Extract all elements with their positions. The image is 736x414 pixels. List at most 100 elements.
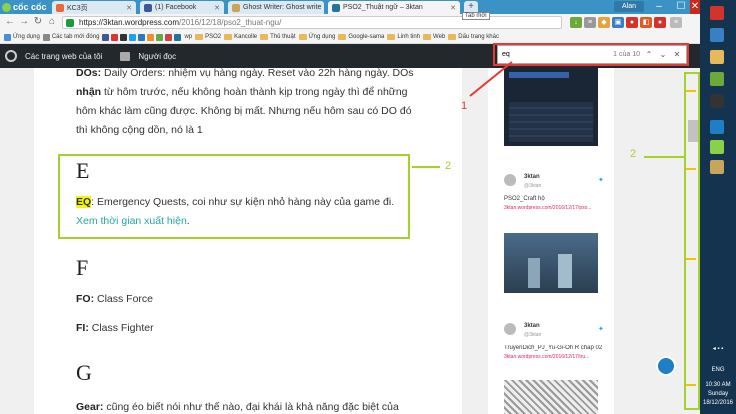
gear-line: Gear: cũng éo biết nói như thế nào, đại … xyxy=(76,398,416,414)
office-icon[interactable]: ◧ xyxy=(640,17,652,28)
close-tab-icon[interactable]: ✕ xyxy=(450,4,456,12)
site-icon[interactable] xyxy=(156,33,164,41)
minimize-button[interactable]: – xyxy=(648,0,670,14)
close-window-button[interactable]: ✕ xyxy=(690,0,700,14)
tab-pso2-thuat-ngu[interactable]: PSO2_Thuật ngữ – 3ktan ✕ xyxy=(328,1,460,14)
recent-tabs-icon xyxy=(42,33,50,41)
user-profile-button[interactable]: Alan xyxy=(614,1,644,12)
tweet-link[interactable]: 3ktan.wordpress.com/2016/12/17/tru... xyxy=(504,354,614,360)
github-icon[interactable] xyxy=(120,33,128,41)
extension-icon[interactable]: ≡ xyxy=(584,17,596,28)
extension-icon[interactable]: ◆ xyxy=(598,17,610,28)
fo-line: FO: Class Force xyxy=(76,290,153,309)
forward-arrow-icon[interactable]: → xyxy=(18,16,30,28)
extension-icon[interactable]: ▣ xyxy=(612,17,624,28)
avatar[interactable] xyxy=(504,174,516,186)
section-heading-g: G xyxy=(76,360,92,385)
close-tab-icon[interactable]: ✕ xyxy=(214,4,220,12)
fi-line: FI: Class Fighter xyxy=(76,319,154,338)
blogger-icon[interactable] xyxy=(147,33,155,41)
translate-globe-icon[interactable] xyxy=(656,356,676,376)
bookmark-folder-ung-dung[interactable]: Ứng dụng xyxy=(298,34,336,40)
folder-icon xyxy=(195,34,204,40)
sidebar-tweet-image[interactable] xyxy=(504,380,598,414)
eq-schedule-link[interactable]: Xem thời gian xuất hiện xyxy=(76,215,187,227)
paragraph-text: Class Fighter xyxy=(88,322,154,334)
search-match-marker xyxy=(686,90,696,92)
twitter-icon[interactable] xyxy=(129,33,137,41)
paragraph-text: Daily Orders: nhiệm vụ hàng ngày. Reset … xyxy=(101,68,414,79)
game-ui-bar xyxy=(509,72,569,78)
adblock-icon[interactable]: ● xyxy=(626,17,638,28)
term-fi: FI: xyxy=(76,322,89,334)
bookmark-recent-tabs[interactable]: Các tab mới đóng xyxy=(42,33,100,41)
annotation-label-2: 2 xyxy=(630,148,637,160)
avatar[interactable] xyxy=(504,323,516,335)
reload-icon[interactable]: ↻ xyxy=(32,16,44,28)
scene-figure xyxy=(528,258,540,288)
bookmark-folder-web[interactable]: Web xyxy=(423,34,445,40)
bookmark-folder-thu-thuat[interactable]: Thủ thuật xyxy=(260,34,296,40)
clock-time[interactable]: 10:30 AM xyxy=(700,382,736,388)
coccoc-logo[interactable]: cốc cốc xyxy=(2,1,48,13)
reader-link[interactable]: Người đọc xyxy=(138,52,176,61)
close-tab-icon[interactable]: ✕ xyxy=(126,4,132,12)
folder-icon xyxy=(338,34,347,40)
folder-icon xyxy=(260,34,269,40)
site-icon[interactable] xyxy=(165,33,173,41)
search-match-marker xyxy=(686,384,696,386)
section-heading-f: F xyxy=(76,255,89,280)
lock-icon xyxy=(66,19,74,27)
taskbar-app-icon[interactable] xyxy=(710,94,724,108)
taskbar-app-icon[interactable] xyxy=(710,28,724,42)
menu-icon[interactable]: ≡ xyxy=(670,17,682,28)
back-arrow-icon[interactable]: ← xyxy=(4,16,16,28)
tweet-author[interactable]: 3ktan xyxy=(524,323,540,329)
bookmark-folder-linh-tinh[interactable]: Linh tinh xyxy=(387,34,420,40)
bookmark-apps[interactable]: Ứng dụng xyxy=(4,33,40,41)
taskbar-app-icon[interactable] xyxy=(710,72,724,86)
tweet-author[interactable]: 3ktan xyxy=(524,174,540,180)
paragraph-text: từ hôm trước, nếu không hoàn thành kịp t… xyxy=(76,86,412,136)
taskbar-app-icon[interactable] xyxy=(710,120,724,134)
folder-icon xyxy=(387,34,396,40)
tweet-text: TruyenDich_PJ_Yu-Gi-Oh R chap 02 xyxy=(504,345,603,351)
tumblr-icon[interactable] xyxy=(138,33,146,41)
maximize-button[interactable]: ☐ xyxy=(670,0,692,14)
language-indicator[interactable]: ENG xyxy=(700,367,736,373)
folder-icon xyxy=(448,34,457,40)
sidebar-twitter-feed: 3ktan @3ktan ✦ PSO2_Craft hộ 3ktan.wordp… xyxy=(488,68,614,414)
paragraph-text: . xyxy=(186,215,190,227)
my-sites-link[interactable]: Các trang web của tôi xyxy=(25,52,102,61)
address-toolbar: ← → ↻ ⌂ https://3ktan.wordpress.com/2016… xyxy=(0,14,700,31)
extension-icon[interactable]: ● xyxy=(654,17,666,28)
sidebar-tweet-image[interactable] xyxy=(504,233,598,293)
bookmark-label: Ứng dụng xyxy=(308,34,336,40)
tweet-text: PSO2_Craft hộ xyxy=(504,196,545,202)
bookmark-folder-kancolle[interactable]: Kancolle xyxy=(224,34,257,40)
bookmark-folder-other[interactable]: Dấu trang khác xyxy=(448,34,499,40)
taskbar-coccoc-icon[interactable] xyxy=(710,140,724,154)
home-icon[interactable]: ⌂ xyxy=(46,16,58,28)
taskbar-app-icon[interactable] xyxy=(710,6,724,20)
logo-text: cốc cốc xyxy=(13,2,47,12)
taskbar-app-icon[interactable] xyxy=(710,160,724,174)
paragraph-text: Class Force xyxy=(94,293,154,305)
extension-download-icon[interactable]: ↓ xyxy=(570,17,582,28)
bookmark-label: Linh tinh xyxy=(397,34,421,40)
bookmark-wp[interactable]: wp xyxy=(184,34,192,40)
taskbar-folder-icon[interactable] xyxy=(710,50,724,64)
tab-kc3[interactable]: KC3页 ✕ xyxy=(52,1,136,14)
wordpress-logo-icon[interactable] xyxy=(5,50,17,62)
bookmark-folder-pso2[interactable]: PSO2 xyxy=(195,34,221,40)
tab-ghost-writer[interactable]: Ghost Writer: Ghost write✕ xyxy=(228,1,324,14)
bookmark-folder-google-sama[interactable]: Google-sama xyxy=(338,34,384,40)
twitter-bird-icon: ✦ xyxy=(598,326,604,333)
tab-facebook[interactable]: (1) Facebook ✕ xyxy=(140,1,224,14)
term-fo: FO: xyxy=(76,293,95,305)
facebook-icon[interactable] xyxy=(102,33,110,41)
bookmark-label: Các tab mới đóng xyxy=(51,34,100,40)
tweet-link[interactable]: 3ktan.wordpress.com/2016/12/17/pso... xyxy=(504,205,614,211)
youtube-icon[interactable] xyxy=(111,33,119,41)
wordpress-icon[interactable] xyxy=(174,33,182,41)
